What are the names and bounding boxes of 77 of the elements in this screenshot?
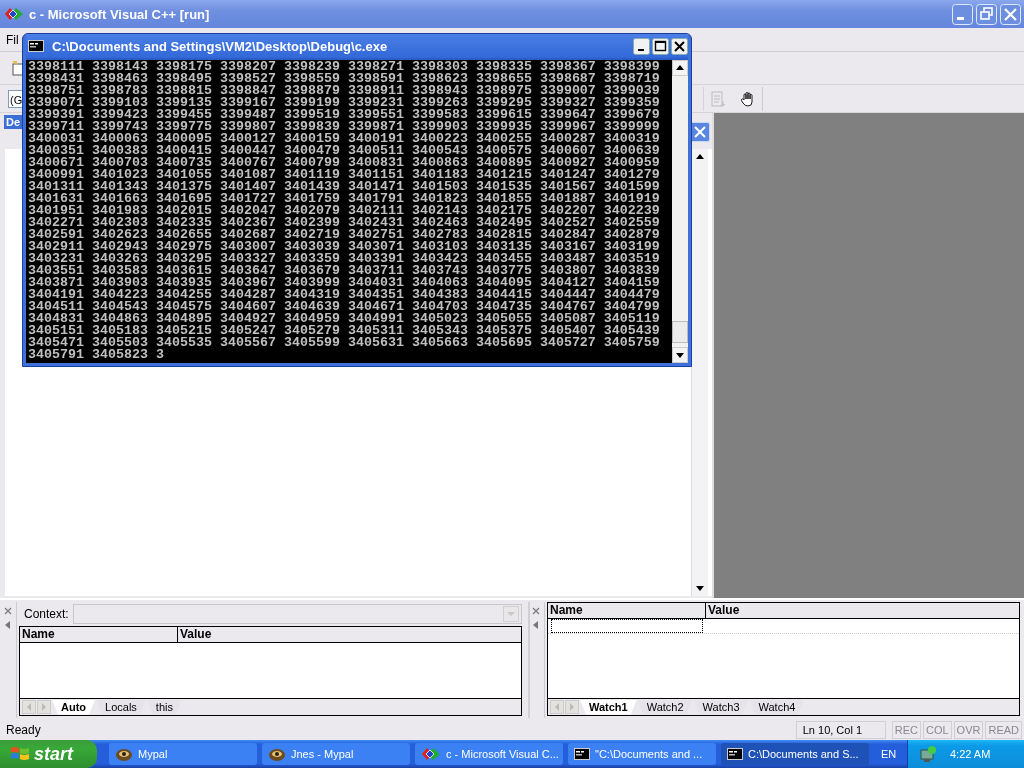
taskbar-button[interactable]: c - Microsoft Visual C... [415, 743, 563, 765]
app-icon [4, 7, 24, 21]
console-line: 3400031 3400063 3400095 3400127 3400159 3400191 3400223 3400255 3400287 3400319 [28, 133, 661, 145]
close-icon[interactable] [530, 605, 542, 617]
taskbar-button[interactable]: "C:\Documents and ... [568, 743, 716, 765]
console-line: 3405471 3405503 3405535 3405567 3405599 3405631 3405663 3405695 3405727 3405759 [28, 337, 661, 349]
tab[interactable]: Watch2 [637, 699, 693, 715]
scroll-thumb[interactable] [672, 321, 688, 343]
tab[interactable]: Watch4 [749, 699, 805, 715]
console-line: 3402911 3402943 3402975 3403007 3403039 3403071 3403103 3403135 3403167 3403199 [28, 241, 661, 253]
restore-button[interactable] [976, 3, 997, 25]
name-cell[interactable] [551, 619, 703, 633]
taskbar-button[interactable]: Jnes - Mypal [262, 743, 410, 765]
column-header[interactable]: Value [178, 627, 521, 642]
status-indicator: COL [922, 721, 952, 739]
column-header[interactable]: Name [20, 627, 178, 642]
close-button[interactable] [690, 122, 710, 142]
tab[interactable]: Locals [96, 699, 146, 715]
console-line: 3399071 3399103 3399135 3399167 3399199 3399231 3399263 3399295 3399327 3399359 [28, 97, 661, 109]
console-line: 3404191 3404223 3404255 3404287 3404319 3404351 3404383 3404415 3404447 3404479 [28, 289, 661, 301]
console-line: 3398751 3398783 3398815 3398847 3398879 3398911 3398943 3398975 3399007 3399039 [28, 85, 661, 97]
console-icon [727, 748, 743, 760]
console-line: 3401631 3401663 3401695 3401727 3401759 3401791 3401823 3401855 3401887 3401919 [28, 193, 661, 205]
windows-logo-icon [10, 745, 30, 763]
status-indicator: READ [985, 721, 1022, 739]
console-line: 3401311 3401343 3401375 3401407 3401439 3401471 3401503 3401535 3401567 3401599 [28, 181, 661, 193]
console-line: 3400671 3400703 3400735 3400767 3400799 3400831 3400863 3400895 3400927 3400959 [28, 157, 661, 169]
scrollbar[interactable] [691, 149, 708, 596]
taskbar-button[interactable]: C:\Documents and S... [721, 743, 869, 765]
app-icon [268, 746, 286, 762]
status-indicator: OVR [953, 721, 984, 739]
column-header[interactable]: Name [548, 603, 706, 618]
tab[interactable]: Watch1 [580, 699, 637, 715]
console-line: 3403871 3403903 3403935 3403967 3403999 3404031 3404063 3404095 3404127 3404159 [28, 277, 661, 289]
taskbar-button[interactable]: Mypal [109, 743, 257, 765]
close-icon[interactable] [2, 605, 14, 617]
console-line: 3399711 3399743 3399775 3399807 3399839 3399871 3399903 3399935 3399967 3399999 [28, 121, 661, 133]
console-line: 3402271 3402303 3402335 3402367 3402399 3402431 3402463 3402495 3402527 3402559 [28, 217, 661, 229]
context-label: Context: [24, 607, 69, 621]
window-title: C:\Documents and Settings\VM2\Desktop\Debug\c.exe [52, 38, 388, 54]
close-button[interactable] [671, 37, 688, 55]
network-icon[interactable] [918, 745, 938, 763]
console-line: 3399391 3399423 3399455 3399487 3399519 3399551 3399583 3399615 3399647 3399679 [28, 109, 661, 121]
console-line: 3402591 3402623 3402655 3402687 3402719 3402751 3402783 3402815 3402847 3402879 [28, 229, 661, 241]
toolbar-icon[interactable] [11, 60, 25, 76]
console-line: 3398431 3398463 3398495 3398527 3398559 3398591 3398623 3398655 3398687 3398719 [28, 73, 661, 85]
console-line: 3400991 3401023 3401055 3401087 3401119 3401151 3401183 3401215 3401247 3401279 [28, 169, 661, 181]
console-line: 3398111 3398143 3398175 3398207 3398239 3398271 3398303 3398335 3398367 3398399 [28, 61, 661, 73]
hand-icon[interactable] [740, 90, 756, 107]
pane-title[interactable]: De [4, 115, 24, 129]
language-indicator[interactable]: EN [881, 748, 907, 760]
console-icon [574, 748, 590, 760]
window-title: c - Microsoft Visual C++ [run] [29, 6, 210, 22]
tab[interactable]: Watch3 [693, 699, 749, 715]
app-icon [421, 747, 441, 761]
console-line: 3403231 3403263 3403295 3403327 3403359 3403391 3403423 3403455 3403487 3403519 [28, 253, 661, 265]
console-line: 3405151 3405183 3405215 3405247 3405279 3405311 3405343 3405375 3405407 3405439 [28, 325, 661, 337]
console-line: 3404511 3404543 3404575 3404607 3404639 3404671 3404703 3404735 3404767 3404799 [28, 301, 661, 313]
clock: 4:22 AM [950, 748, 991, 760]
console-icon [28, 40, 44, 52]
scrollbar[interactable] [672, 60, 688, 363]
column-header[interactable]: Value [706, 603, 1019, 618]
combo-box[interactable]: (G [8, 89, 22, 108]
console-line: 3400351 3400383 3400415 3400447 3400479 3400511 3400543 3400575 3400607 3400639 [28, 145, 661, 157]
tab[interactable]: Auto [52, 699, 96, 715]
minimize-button[interactable] [633, 37, 650, 55]
app-icon [115, 746, 133, 762]
console-line: 3401951 3401983 3402015 3402047 3402079 3402111 3402143 3402175 3402207 3402239 [28, 205, 661, 217]
menu-item[interactable]: Fil [0, 32, 19, 47]
tab[interactable]: this [146, 699, 182, 715]
maximize-button[interactable] [652, 37, 669, 55]
cursor-position: Ln 10, Col 1 [795, 721, 886, 739]
console-line: 3403551 3403583 3403615 3403647 3403679 3403711 3403743 3403775 3403807 3403839 [28, 265, 661, 277]
console-line: 3404831 3404863 3404895 3404927 3404959 3404991 3405023 3405055 3405087 3405119 [28, 313, 661, 325]
status-indicator: REC [891, 721, 921, 739]
console-line: 3405791 3405823 3 [28, 349, 165, 361]
status-text: Ready [6, 723, 41, 737]
